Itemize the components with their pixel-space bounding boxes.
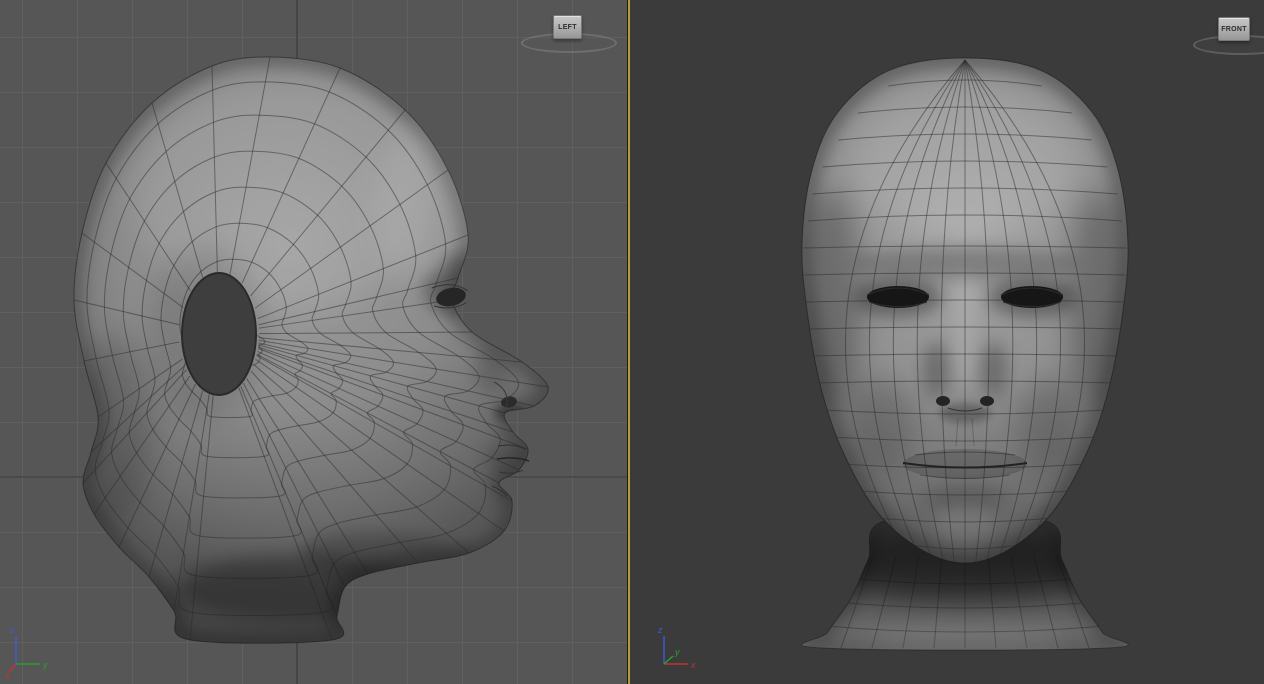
axis-y-line — [663, 655, 674, 665]
ear-opening — [181, 272, 257, 396]
axis-x-line — [8, 663, 17, 673]
right-eye — [1001, 286, 1063, 308]
3d-application-viewport-area: LEFT z y x FRONT z x y — [0, 0, 1264, 684]
left-nostril — [936, 396, 950, 406]
right-nostril — [980, 396, 994, 406]
viewcube-front-face-button[interactable]: FRONT — [1218, 17, 1250, 41]
profile-head-render — [73, 56, 549, 644]
axis-y-label: y — [42, 660, 48, 670]
viewport-front-view[interactable]: FRONT z x y — [630, 0, 1264, 684]
world-axis-tripod: z x y — [657, 625, 696, 670]
world-axis-tripod: z y x — [4, 625, 48, 680]
front-head-render — [801, 57, 1129, 651]
axis-y-label: y — [674, 647, 680, 657]
viewcube-left-face-button[interactable]: LEFT — [553, 15, 582, 39]
viewport-left-view[interactable]: LEFT z y x — [0, 0, 627, 684]
axis-z-label: z — [657, 625, 663, 635]
axis-x-label: x — [4, 671, 10, 680]
axis-x-label: x — [690, 660, 696, 670]
axis-z-label: z — [9, 625, 15, 635]
lips-area — [903, 449, 1027, 479]
left-eye — [867, 286, 929, 308]
